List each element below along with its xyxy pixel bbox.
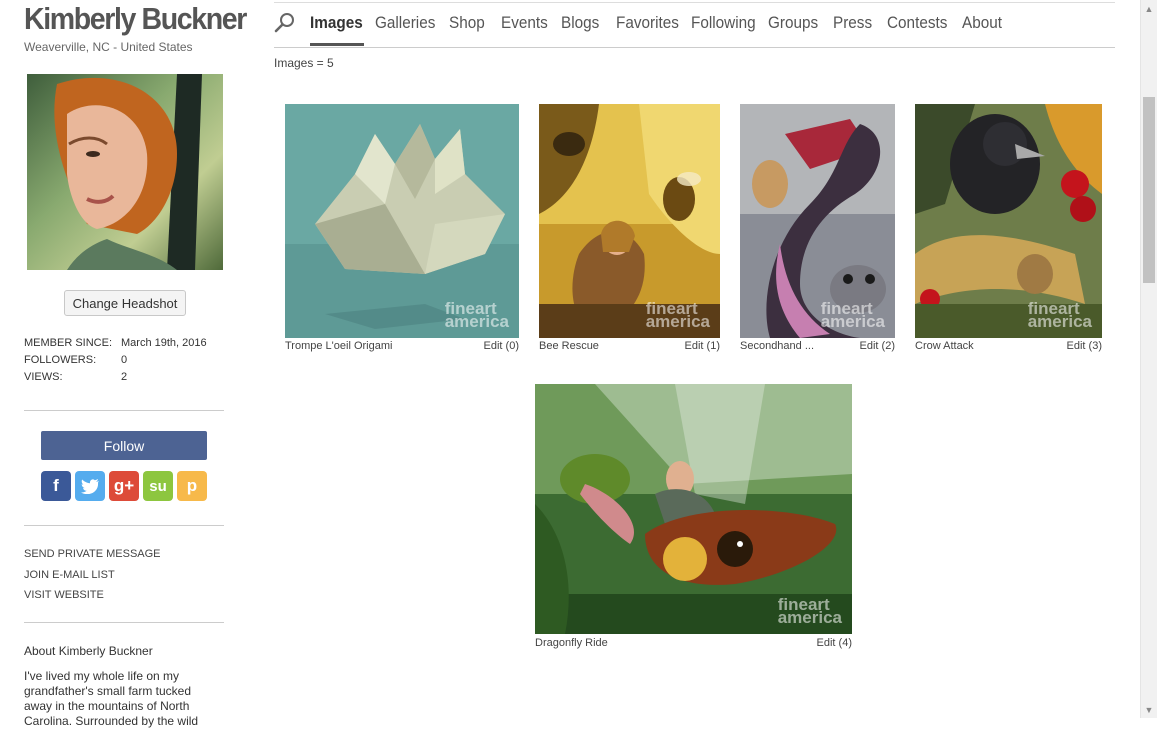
edit-link[interactable]: Edit (3): [1042, 340, 1102, 352]
profile-nav: Images Galleries Shop Events Blogs Favor…: [274, 2, 1115, 48]
image-title[interactable]: Bee Rescue: [539, 340, 599, 352]
facebook-icon[interactable]: f: [41, 471, 71, 501]
artist-location: Weaverville, NC - United States: [24, 40, 193, 54]
change-headshot-button[interactable]: Change Headshot: [64, 290, 186, 316]
watermark: fineart america: [1027, 300, 1092, 331]
send-private-message-link[interactable]: SEND PRIVATE MESSAGE: [24, 547, 161, 568]
tab-contests[interactable]: Contests: [887, 13, 947, 33]
tab-favorites[interactable]: Favorites: [616, 13, 679, 33]
twitter-icon[interactable]: [75, 471, 105, 501]
about-title: About Kimberly Buckner: [24, 644, 153, 658]
sidebar-divider: [24, 525, 224, 526]
watermark-line2: america: [777, 608, 842, 627]
edit-link[interactable]: Edit (0): [459, 340, 519, 352]
artwork-thumbnail[interactable]: fineart america: [740, 104, 895, 338]
views-label: VIEWS:: [24, 371, 63, 383]
edit-link[interactable]: Edit (1): [660, 340, 720, 352]
watermark-line2: america: [444, 312, 509, 331]
member-stats: MEMBER SINCE: March 19th, 2016 FOLLOWERS…: [24, 336, 207, 387]
scroll-up-arrow-icon[interactable]: ▲: [1141, 0, 1157, 17]
tab-galleries[interactable]: Galleries: [375, 13, 435, 33]
artwork-thumbnail[interactable]: fineart america: [285, 104, 519, 338]
image-title[interactable]: Secondhand ...: [740, 340, 814, 352]
tab-groups[interactable]: Groups: [768, 13, 818, 33]
followers-row: FOLLOWERS: 0: [24, 353, 207, 370]
contact-links: SEND PRIVATE MESSAGE JOIN E-MAIL LIST VI…: [24, 547, 161, 609]
twitter-bird-glyph: [81, 478, 99, 494]
image-title[interactable]: Trompe L'oeil Origami: [285, 340, 392, 352]
watermark-line2: america: [645, 312, 710, 331]
tab-shop[interactable]: Shop: [449, 13, 485, 33]
tab-about[interactable]: About: [962, 13, 1002, 33]
watermark: fineart america: [645, 300, 710, 331]
pinterest-icon[interactable]: p: [177, 471, 207, 501]
tab-press[interactable]: Press: [833, 13, 872, 33]
sidebar-divider: [24, 622, 224, 623]
edit-link[interactable]: Edit (2): [835, 340, 895, 352]
watermark-line2: america: [1027, 312, 1092, 331]
artist-headshot: [27, 74, 223, 270]
watermark-line2: america: [820, 312, 885, 331]
active-tab-indicator: [310, 43, 364, 46]
artwork-thumbnail[interactable]: fineart america: [535, 384, 852, 634]
tab-following[interactable]: Following: [691, 13, 756, 33]
watermark: fineart america: [820, 300, 885, 331]
vertical-scrollbar[interactable]: ▲ ▼: [1140, 0, 1157, 718]
sidebar-divider: [24, 410, 224, 411]
artwork-thumbnail[interactable]: fineart america: [915, 104, 1102, 338]
about-text: I've lived my whole life on my grandfath…: [24, 669, 199, 728]
scrollbar-thumb[interactable]: [1143, 97, 1155, 283]
search-icon[interactable]: [274, 12, 296, 34]
image-title[interactable]: Dragonfly Ride: [535, 637, 608, 649]
edit-link[interactable]: Edit (4): [792, 637, 852, 649]
google-plus-icon[interactable]: g+: [109, 471, 139, 501]
member-since-label: MEMBER SINCE:: [24, 337, 113, 349]
tab-blogs[interactable]: Blogs: [561, 13, 599, 33]
artwork-thumbnail[interactable]: fineart america: [539, 104, 720, 338]
views-row: VIEWS: 2: [24, 370, 207, 387]
scroll-down-arrow-icon[interactable]: ▼: [1141, 701, 1157, 718]
stumbleupon-icon[interactable]: su: [143, 471, 173, 501]
member-since-row: MEMBER SINCE: March 19th, 2016: [24, 336, 207, 353]
followers-value: 0: [121, 354, 128, 366]
tab-images[interactable]: Images: [310, 13, 363, 33]
watermark: fineart america: [777, 596, 842, 627]
join-email-list-link[interactable]: JOIN E-MAIL LIST: [24, 568, 161, 589]
artist-name[interactable]: Kimberly Buckner: [24, 0, 247, 38]
member-since-value: March 19th, 2016: [121, 337, 207, 349]
followers-label: FOLLOWERS:: [24, 354, 97, 366]
tab-events[interactable]: Events: [501, 13, 548, 33]
visit-website-link[interactable]: VISIT WEBSITE: [24, 588, 161, 609]
headshot-portrait: [27, 74, 223, 270]
watermark: fineart america: [444, 300, 509, 331]
image-count: Images = 5: [274, 56, 334, 70]
social-share-icons: f g+ su p: [41, 471, 207, 501]
image-title[interactable]: Crow Attack: [915, 340, 974, 352]
views-value: 2: [121, 371, 128, 383]
follow-button[interactable]: Follow: [41, 431, 207, 460]
